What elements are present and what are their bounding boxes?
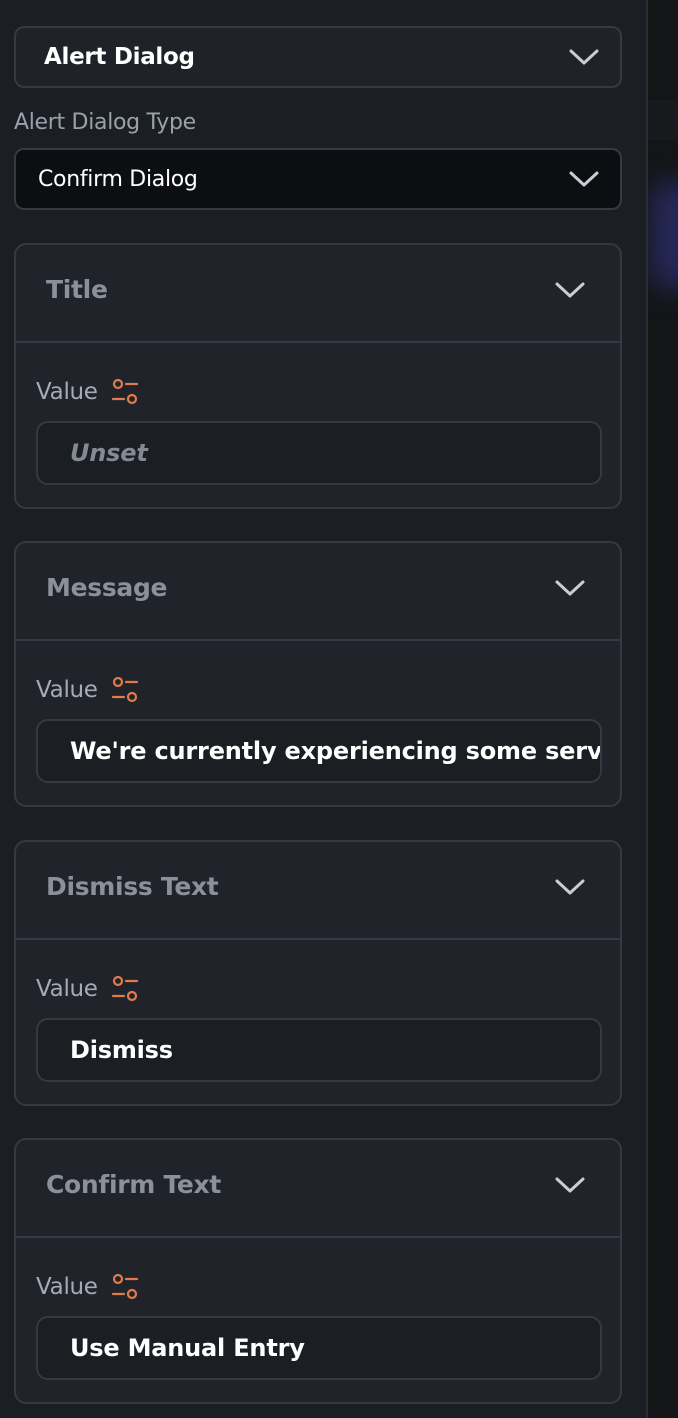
value-label: Value [36,976,98,1002]
title-value-input[interactable]: Unset [36,421,602,485]
toolbar-fragment [530,0,610,4]
chevron-down-icon [555,879,585,895]
value-row: Value [36,675,140,705]
message-value-input[interactable]: We're currently experiencing some serve [36,719,602,783]
alert-dialog-dropdown-label: Alert Dialog [44,44,195,70]
canvas-edge [646,0,678,1418]
chevron-down-icon [569,49,599,65]
variable-binding-icon[interactable] [110,1272,140,1302]
chevron-down-icon [569,171,599,187]
alert-dialog-type-label: Alert Dialog Type [14,110,196,135]
section-header[interactable]: Dismiss Text [16,842,620,940]
section-title-label: Confirm Text [46,1170,222,1199]
dismiss-text-value-input[interactable]: Dismiss [36,1018,602,1082]
variable-binding-icon[interactable] [110,675,140,705]
value-label: Value [36,677,98,703]
canvas-edge-glow [650,180,678,290]
value-row: Value [36,1272,140,1302]
properties-panel: Alert Dialog Alert Dialog Type Confirm D… [0,0,646,1418]
chevron-down-icon [555,580,585,596]
variable-binding-icon[interactable] [110,377,140,407]
section-title-label: Dismiss Text [46,872,219,901]
value-label: Value [36,379,98,405]
alert-dialog-dropdown[interactable]: Alert Dialog [14,26,622,88]
section-header[interactable]: Title [16,245,620,343]
section-message: Message Value We're currently experienci… [14,541,622,807]
section-header[interactable]: Confirm Text [16,1140,620,1238]
value-row: Value [36,377,140,407]
section-title-label: Title [46,275,108,304]
chevron-down-icon [555,282,585,298]
value-row: Value [36,974,140,1004]
chevron-down-icon [555,1177,585,1193]
section-header[interactable]: Message [16,543,620,641]
section-confirm-text: Confirm Text Value Use Manual Entry [14,1138,622,1404]
section-title-label: Message [46,573,168,602]
section-dismiss-text: Dismiss Text Value Dismiss [14,840,622,1106]
canvas-edge-band [648,100,678,140]
section-title: Title Value Unset [14,243,622,509]
value-label: Value [36,1274,98,1300]
variable-binding-icon[interactable] [110,974,140,1004]
confirm-text-value-input[interactable]: Use Manual Entry [36,1316,602,1380]
alert-dialog-type-select[interactable]: Confirm Dialog [14,148,622,210]
alert-dialog-type-selected: Confirm Dialog [38,166,198,192]
